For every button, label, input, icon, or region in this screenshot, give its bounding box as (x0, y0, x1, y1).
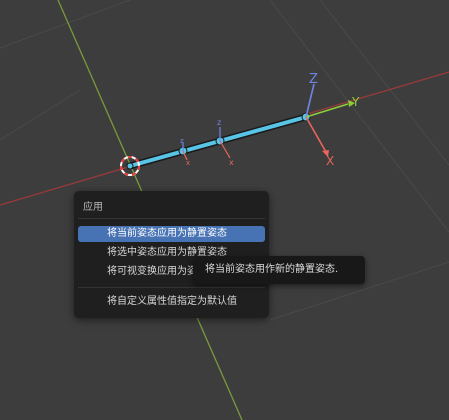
menu-separator (78, 218, 265, 219)
menu-item-assign-custom-defaults[interactable]: 将自定义属性值指定为默认值 (78, 294, 265, 310)
gizmo-x-axis (305, 116, 327, 153)
tooltip: 将当前姿态用作新的静置姿态. (193, 256, 365, 284)
tooltip-text: 将当前姿态用作新的静置姿态. (205, 264, 339, 275)
menu-item-label: 将自定义属性值指定为默认值 (107, 296, 237, 307)
gizmo-x-label: X (326, 154, 334, 168)
bone-axis-label-x: x (186, 159, 190, 167)
apply-context-menu: 应用 将当前姿态应用为静置姿态 将选中姿态应用为静置姿态 将可视变换应用为姿态 … (74, 191, 269, 318)
gizmo-y-label: Y (351, 95, 360, 109)
bone-axis-label-x: x (229, 158, 234, 167)
menu-item-label: 将当前姿态应用为静置姿态 (107, 228, 227, 239)
menu-item-apply-pose-as-rest[interactable]: 将当前姿态应用为静置姿态 (78, 226, 265, 242)
gizmo-z-label: Z (309, 72, 318, 87)
bone-axis-label-z: z (180, 137, 184, 145)
transform-gizmo[interactable]: Z Y X (305, 72, 360, 168)
gizmo-y-axis (305, 103, 349, 118)
menu-title: 应用 (83, 202, 103, 213)
menu-item-label: 将可视变换应用为姿态 (107, 266, 207, 277)
menu-separator (78, 287, 265, 288)
bone-axis-label-z: z (217, 118, 221, 127)
